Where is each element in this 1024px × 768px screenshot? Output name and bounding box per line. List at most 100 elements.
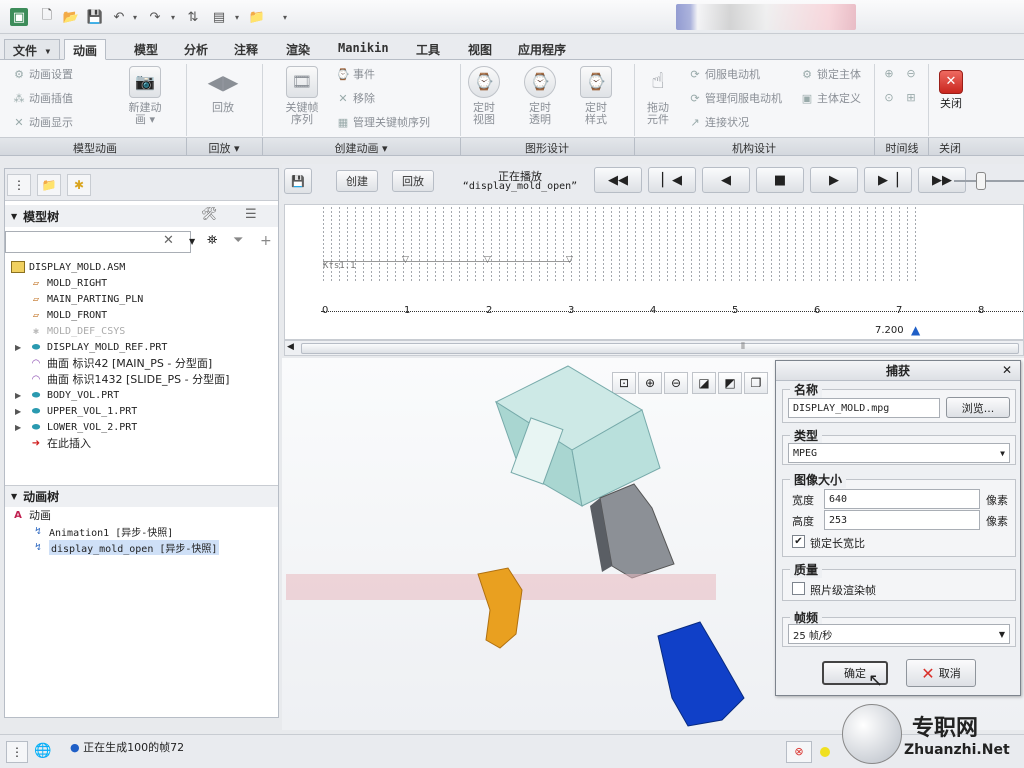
timeline-panel[interactable]: Kfs1.1 ▽ ▽ ▽ 0 1 2 3 4 5 6 7 8 7.200 ▲ [284, 204, 1024, 340]
anim-tree-item-selected[interactable]: ↯ display_mold_open [异步-快照] [31, 539, 220, 555]
lock-body-button[interactable]: ⚙ 锁定主体 [800, 66, 861, 82]
remove-button[interactable]: ✕ 移除 [336, 90, 375, 106]
keyframe-marker-icon[interactable]: ▽ [484, 255, 491, 265]
redo-dropdown-icon[interactable]: ▾ [164, 8, 182, 26]
connection-status-button[interactable]: ↗ 连接状况 [688, 114, 749, 130]
browse-button[interactable]: 浏览... [946, 397, 1010, 418]
type-select[interactable]: MPEG ▼ [788, 443, 1010, 463]
add-icon[interactable]: + [260, 233, 272, 249]
model-tree-header[interactable]: ▼ 模型树 [5, 205, 278, 227]
tab-tools[interactable]: 工具 [408, 39, 448, 60]
create-button[interactable]: 创建 [336, 170, 378, 192]
timeline-zoom-in-button[interactable]: ⊕ [882, 66, 896, 80]
open-folder-icon[interactable]: 📂 [62, 8, 80, 26]
tree-item[interactable]: ⬬ DISPLAY_MOLD_REF.PRT [29, 339, 168, 355]
timeline-scrollbar[interactable]: ◀ ⦀ [284, 340, 1024, 356]
windows-dropdown-icon[interactable]: ▾ [228, 8, 246, 26]
tree-toggle-icon[interactable]: ⋮ [6, 741, 28, 763]
tree-item[interactable]: ◠ 曲面 标识1432 [SLIDE_PS - 分型面] [29, 371, 230, 387]
undo-dropdown-icon[interactable]: ▾ [126, 8, 144, 26]
save-icon[interactable]: 💾 [86, 8, 104, 26]
name-input[interactable]: DISPLAY_MOLD.mpg [788, 398, 940, 418]
manage-servo-button[interactable]: ⟳ 管理伺服电动机 [688, 90, 782, 106]
filter-icon[interactable]: ⏷ [233, 233, 243, 248]
tab-render[interactable]: 渲染 [278, 39, 318, 60]
expand-caret-icon[interactable]: ▶ [15, 407, 21, 416]
customize-qat-icon[interactable]: ▾ [276, 8, 294, 26]
tree-item[interactable]: ▱ MOLD_RIGHT [29, 275, 107, 291]
tree-columns-icon[interactable]: ☰ [245, 207, 257, 222]
keyframe-sequence-button[interactable]: 🎞 关键帧 序列 [278, 66, 326, 126]
favorites-tab-icon[interactable]: ✱ [67, 174, 91, 196]
tab-annotate[interactable]: 注释 [226, 39, 266, 60]
anim-display-button[interactable]: ✕ 动画显示 [12, 114, 73, 130]
height-input[interactable]: 253 [824, 510, 980, 530]
tree-item[interactable]: ➜ 在此插入 [29, 435, 91, 451]
windows-icon[interactable]: ▤ [210, 8, 228, 26]
play-reverse-icon[interactable]: ◀ [702, 167, 750, 193]
speed-slider-track[interactable] [954, 180, 1024, 182]
cancel-button[interactable]: ✕ 取消 [906, 659, 976, 687]
stop-icon[interactable]: ■ [756, 167, 804, 193]
scrollbar-thumb[interactable] [301, 343, 1019, 354]
anim-tree-header[interactable]: ▼ 动画树 [5, 485, 278, 507]
timeline-expand-button[interactable]: ⊞ [904, 90, 918, 104]
tab-file[interactable]: 文件 ▾ [4, 39, 61, 60]
expand-caret-icon[interactable]: ▶ [15, 391, 21, 400]
tab-analysis[interactable]: 分析 [176, 39, 216, 60]
tab-applications[interactable]: 应用程序 [510, 39, 574, 60]
stop-regen-icon[interactable]: ⊗ [786, 741, 812, 763]
body-definition-button[interactable]: ▣ 主体定义 [800, 90, 861, 106]
expand-caret-icon[interactable]: ▶ [15, 423, 21, 432]
tree-item[interactable]: ▱ MAIN_PARTING_PLN [29, 291, 143, 307]
folder-browser-tab-icon[interactable]: 📁 [37, 174, 61, 196]
speed-slider-thumb[interactable] [976, 172, 986, 190]
search-dropdown-icon[interactable]: ▼ [189, 237, 195, 246]
fps-select[interactable]: 25 帧/秒 ▼ [788, 624, 1010, 644]
drag-component-button[interactable]: ☝ 拖动 元件 [638, 66, 678, 126]
new-file-icon[interactable]: 🗋 [38, 8, 56, 26]
clear-search-icon[interactable]: ✕ [163, 233, 174, 248]
close-window-icon[interactable]: 📁 [248, 8, 266, 26]
model-tree-tab-icon[interactable]: ⋮ [7, 174, 31, 196]
regenerate-icon[interactable]: ⇅ [184, 8, 202, 26]
to-end-icon[interactable]: ▶▕ [864, 167, 912, 193]
timed-view-button[interactable]: ⌚ 定时 视图 [464, 66, 504, 126]
browser-toggle-icon[interactable]: 🌐 [32, 741, 54, 763]
tree-settings-icon[interactable]: 🛠 [201, 207, 218, 222]
keyframe-marker-icon[interactable]: ▽ [402, 255, 409, 265]
timeline-zoom-out-button[interactable]: ⊖ [904, 66, 918, 80]
tab-view[interactable]: 视图 [460, 39, 500, 60]
lock-aspect-checkbox[interactable]: ✔ [792, 535, 805, 548]
tree-item[interactable]: ▱ MOLD_FRONT [29, 307, 107, 323]
tree-item[interactable]: ⬬ BODY_VOL.PRT [29, 387, 120, 403]
anim-settings-button[interactable]: ⚙ 动画设置 [12, 66, 73, 82]
group-playback[interactable]: 回放 ▾ [188, 140, 260, 156]
group-create-anim[interactable]: 创建动画 ▾ [264, 140, 458, 156]
photo-render-checkbox[interactable] [792, 582, 805, 595]
anim-interp-button[interactable]: ⁂ 动画插值 [12, 90, 74, 106]
timed-style-button[interactable]: ⌚ 定时 样式 [576, 66, 616, 126]
rewind-icon[interactable]: ◀◀ [594, 167, 642, 193]
save-animation-icon[interactable]: 💾 [284, 168, 312, 194]
playback-bar-button[interactable]: 回放 [392, 170, 434, 192]
timeline-refit-button[interactable]: ⊙ [882, 90, 896, 104]
timed-transparency-button[interactable]: ⌚ 定时 透明 [520, 66, 560, 126]
tab-animation[interactable]: 动画 [64, 39, 107, 60]
keyframe-marker-icon[interactable]: ▽ [566, 255, 573, 265]
tab-manikin[interactable]: Manikin [330, 39, 397, 60]
binoculars-icon[interactable]: ⛯ [207, 233, 217, 248]
dialog-close-icon[interactable]: ✕ [1002, 363, 1012, 377]
tree-item[interactable]: DISPLAY_MOLD.ASM [11, 259, 125, 275]
new-animation-button[interactable]: 📷 新建动画 ▾ [120, 66, 170, 126]
time-cursor-icon[interactable]: ▲ [911, 323, 920, 337]
anim-tree-root[interactable]: A 动画 [11, 507, 51, 523]
anim-tree-item[interactable]: ↯ Animation1 [异步-快照] [31, 523, 173, 539]
expand-caret-icon[interactable]: ▶ [15, 343, 21, 352]
tree-item[interactable]: ⬬ LOWER_VOL_2.PRT [29, 419, 138, 435]
tree-item[interactable]: ⬬ UPPER_VOL_1.PRT [29, 403, 138, 419]
redo-icon[interactable]: ↷ [146, 8, 164, 26]
close-ribbon-button[interactable]: ✕ 关闭 [934, 66, 968, 110]
tree-item[interactable]: ✱ MOLD_DEF_CSYS [29, 323, 125, 339]
to-start-icon[interactable]: ▏◀ [648, 167, 696, 193]
